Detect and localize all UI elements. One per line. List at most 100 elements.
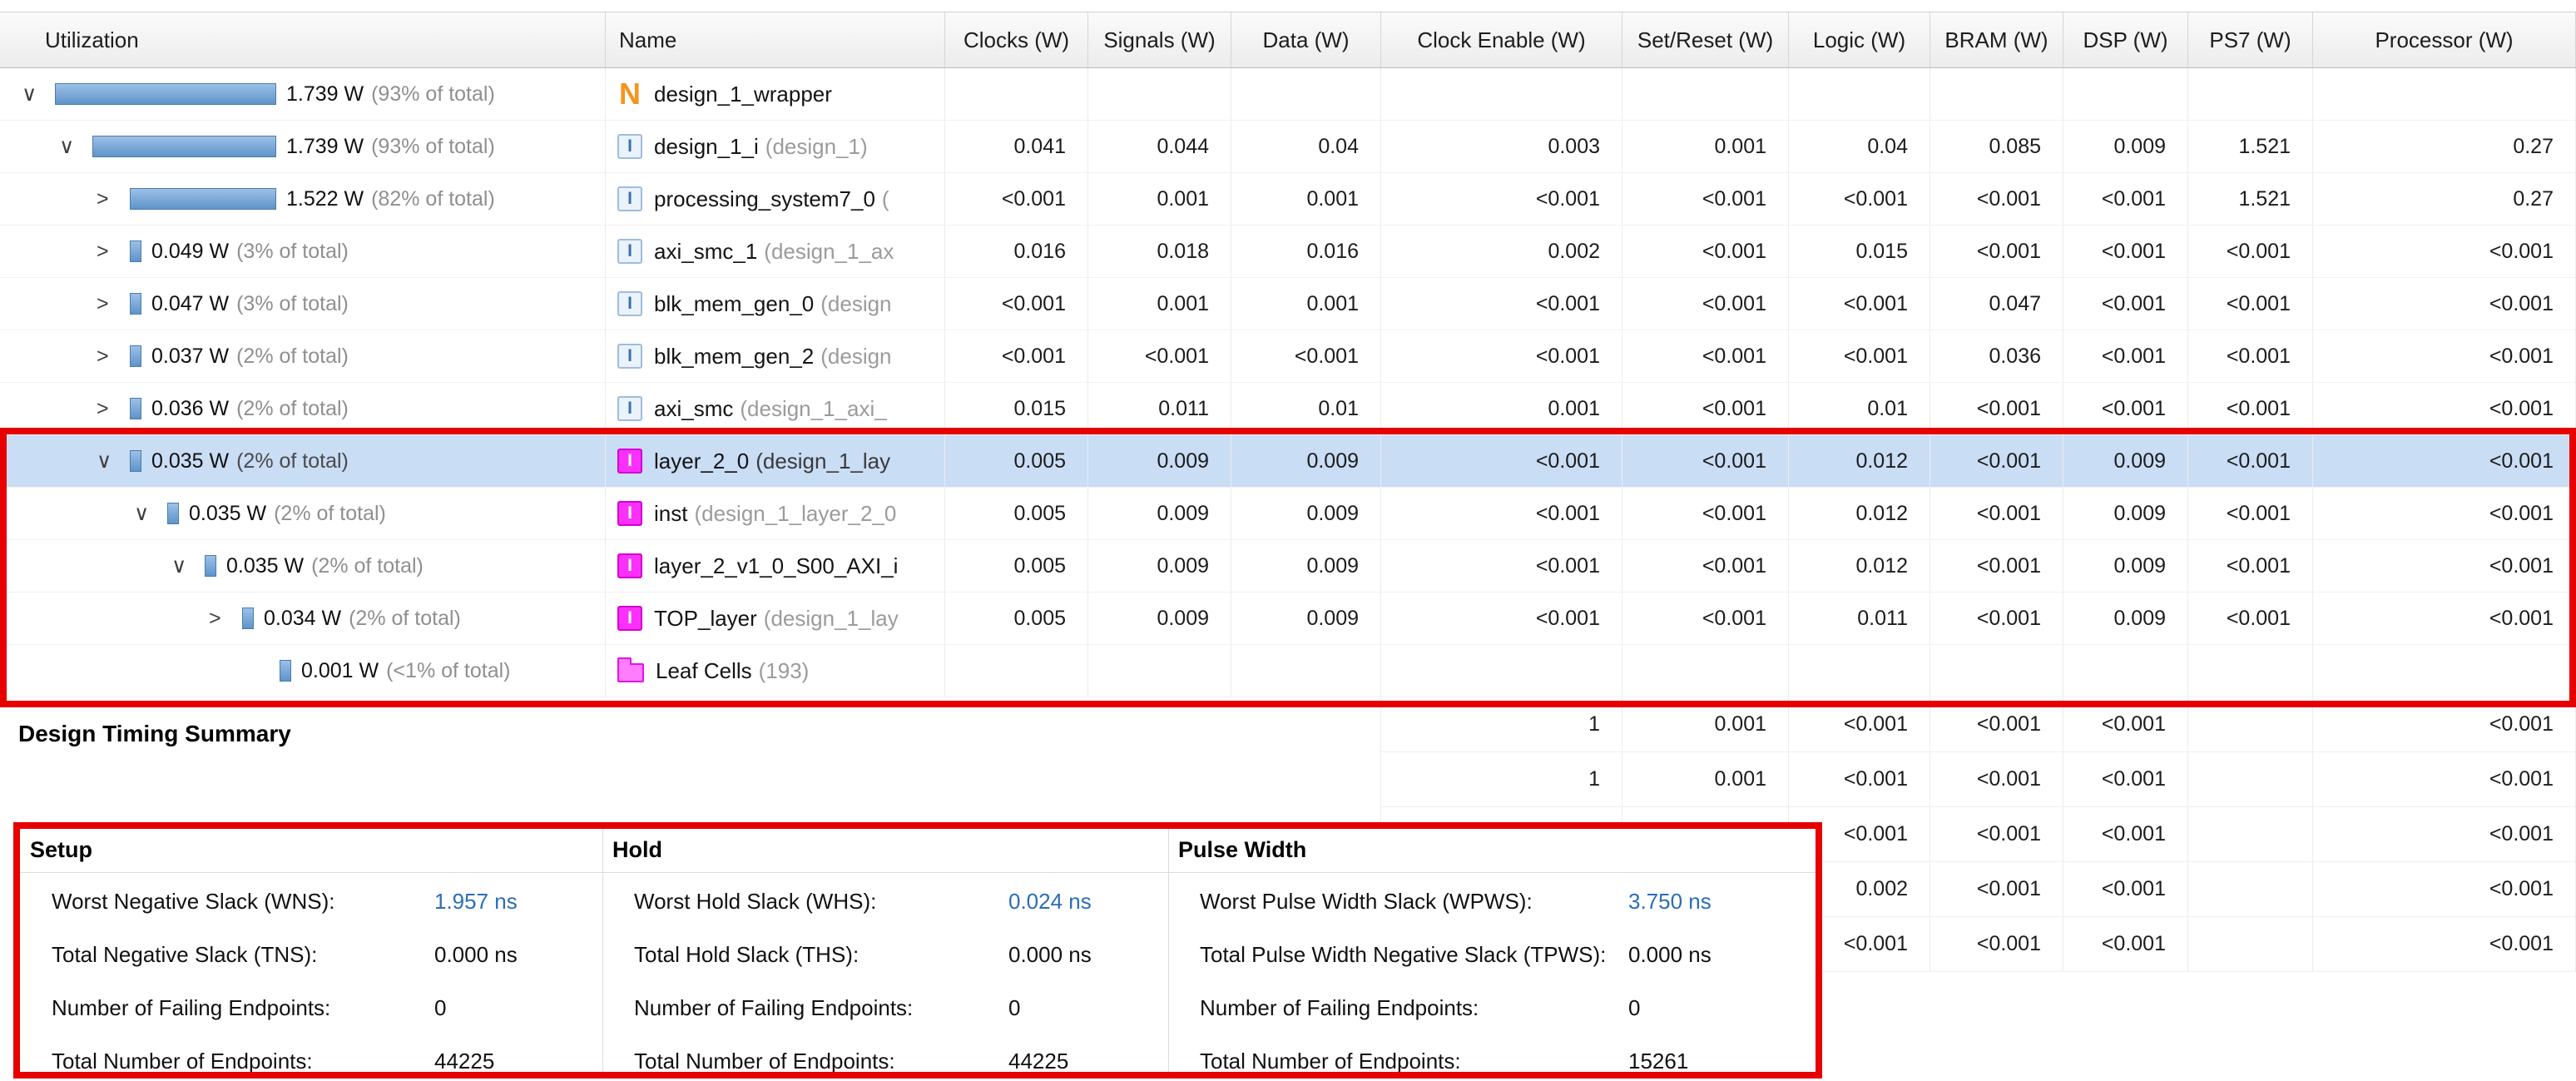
column-header-data[interactable]: Data (W) xyxy=(1231,12,1381,67)
power-value-dsp: 0.009 xyxy=(2063,121,2188,172)
tree-leaf-spacer xyxy=(246,661,280,682)
chevron-right-icon[interactable]: > xyxy=(97,294,130,315)
timing-metric-label: Number of Failing Endpoints: xyxy=(1200,995,1620,1021)
power-value-ps7: <0.001 xyxy=(2188,226,2313,277)
column-header-util[interactable]: Utilization xyxy=(0,12,606,67)
timing-metric-row: Number of Failing Endpoints:0 xyxy=(1200,994,1640,1022)
power-value-proc: <0.001 xyxy=(2313,330,2576,382)
column-header-ps7[interactable]: PS7 (W) xyxy=(2188,12,2313,67)
power-value-dsp: <0.001 xyxy=(2063,752,2188,807)
table-row[interactable]: >0.034 W(2% of total)ITOP_layer(design_1… xyxy=(0,593,2576,645)
power-value-proc xyxy=(2313,645,2576,697)
chevron-right-icon[interactable]: > xyxy=(97,241,130,262)
name-cell: Iinst(design_1_layer_2_0 xyxy=(606,488,945,539)
column-header-name[interactable]: Name xyxy=(606,12,945,67)
chevron-right-icon[interactable]: > xyxy=(209,608,242,629)
table-row[interactable]: ∨0.035 W(2% of total)Iinst(design_1_laye… xyxy=(0,488,2576,540)
utilization-percent: (93% of total) xyxy=(371,82,495,107)
chevron-down-icon[interactable]: ∨ xyxy=(134,503,167,524)
column-header-bram[interactable]: BRAM (W) xyxy=(1930,12,2063,67)
table-row[interactable]: ∨0.035 W(2% of total)Ilayer_2_v1_0_S00_A… xyxy=(0,540,2576,593)
column-header-sr[interactable]: Set/Reset (W) xyxy=(1622,12,1789,67)
column-header-ce[interactable]: Clock Enable (W) xyxy=(1381,12,1622,67)
power-value-data xyxy=(1231,645,1381,697)
instance-module-ref: (design_1_axi_ xyxy=(740,396,886,422)
utilization-cell: >0.037 W(2% of total) xyxy=(0,330,606,382)
timing-metric-value[interactable]: 3.750 ns xyxy=(1628,889,1712,915)
timing-metric-value[interactable]: 1.957 ns xyxy=(434,889,518,915)
chevron-right-icon[interactable]: > xyxy=(97,189,130,210)
column-header-clocks[interactable]: Clocks (W) xyxy=(945,12,1088,67)
timing-metric-row: Number of Failing Endpoints:0 xyxy=(634,994,1020,1022)
power-value-ps7: 1.521 xyxy=(2188,121,2313,172)
power-value-clocks: <0.001 xyxy=(945,278,1088,330)
power-value-sr xyxy=(1622,68,1789,120)
timing-metric-value: 0.000 ns xyxy=(434,942,518,968)
chevron-right-icon[interactable]: > xyxy=(97,346,130,367)
timing-metric-value[interactable]: 0.024 ns xyxy=(1008,889,1092,915)
instance-name: design_1_i xyxy=(654,134,759,160)
name-cell: Idesign_1_i(design_1) xyxy=(606,121,945,172)
power-value-bram: <0.001 xyxy=(1930,917,2063,972)
utilization-percent: (93% of total) xyxy=(371,135,495,159)
table-row[interactable]: 0.001 W(<1% of total)Leaf Cells(193) xyxy=(0,645,2576,697)
power-value-dsp xyxy=(2063,68,2188,120)
power-value-proc: <0.001 xyxy=(2313,278,2576,330)
name-cell: Ilayer_2_v1_0_S00_AXI_i xyxy=(606,540,945,592)
power-value-logic: <0.001 xyxy=(1789,330,1930,382)
utilization-value: 1.739 W xyxy=(286,82,364,107)
power-value-clocks: 0.005 xyxy=(945,435,1088,487)
power-value-bram: 0.036 xyxy=(1930,330,2063,382)
table-row[interactable]: ∨0.035 W(2% of total)Ilayer_2_0(design_1… xyxy=(0,435,2576,488)
power-value-ce: 1 xyxy=(1381,697,1622,752)
power-value-proc: <0.001 xyxy=(2313,593,2576,644)
power-value-proc: <0.001 xyxy=(2313,383,2576,434)
table-row[interactable]: ∨1.739 W(93% of total)Ndesign_1_wrapper xyxy=(0,68,2576,121)
column-header-signals[interactable]: Signals (W) xyxy=(1088,12,1231,67)
timing-metric-row: Total Pulse Width Negative Slack (TPWS):… xyxy=(1200,940,1712,969)
power-value-clocks: 0.005 xyxy=(945,488,1088,539)
table-row[interactable]: ∨1.739 W(93% of total)Idesign_1_i(design… xyxy=(0,121,2576,173)
power-value-bram: <0.001 xyxy=(1930,540,2063,592)
power-value-bram xyxy=(1930,68,2063,120)
timing-panel-content: SetupWorst Negative Slack (WNS):1.957 ns… xyxy=(20,829,1816,1072)
chevron-down-icon[interactable]: ∨ xyxy=(97,451,130,472)
chevron-down-icon[interactable]: ∨ xyxy=(171,556,205,577)
timing-header-divider xyxy=(20,872,1816,873)
table-row[interactable]: >0.047 W(3% of total)Iblk_mem_gen_0(desi… xyxy=(0,278,2576,330)
power-value-ps7: <0.001 xyxy=(2188,488,2313,539)
instance-name: axi_smc xyxy=(654,396,733,422)
power-value-ce xyxy=(1381,68,1622,120)
power-value-signals xyxy=(1088,68,1231,120)
power-value-data: 0.001 xyxy=(1231,173,1381,225)
power-value-ce: <0.001 xyxy=(1381,435,1622,487)
utilization-bar xyxy=(205,555,216,577)
column-header-dsp[interactable]: DSP (W) xyxy=(2063,12,2188,67)
power-value-logic: <0.001 xyxy=(1789,173,1930,225)
power-value-signals: 0.001 xyxy=(1088,173,1231,225)
power-value-proc: <0.001 xyxy=(2313,488,2576,539)
instance-module-ref: ( xyxy=(882,186,889,212)
table-row[interactable]: >1.522 W(82% of total)Iprocessing_system… xyxy=(0,173,2576,226)
table-row[interactable]: >0.036 W(2% of total)Iaxi_smc(design_1_a… xyxy=(0,383,2576,435)
power-value-proc xyxy=(2313,68,2576,120)
table-row[interactable]: >0.037 W(2% of total)Iblk_mem_gen_2(desi… xyxy=(0,330,2576,383)
timing-metric-row: Worst Negative Slack (WNS):1.957 ns xyxy=(52,887,518,915)
power-value-data: <0.001 xyxy=(1231,330,1381,382)
timing-metric-label: Total Number of Endpoints: xyxy=(634,1049,1000,1073)
column-header-proc[interactable]: Processor (W) xyxy=(2313,12,2576,67)
instance-icon: I xyxy=(617,291,642,316)
timing-metric-row: Number of Failing Endpoints:0 xyxy=(52,994,446,1022)
power-value-ps7 xyxy=(2188,68,2313,120)
chevron-down-icon[interactable]: ∨ xyxy=(22,84,55,105)
instance-module-ref: (design_1) xyxy=(765,134,868,160)
table-row[interactable]: >0.049 W(3% of total)Iaxi_smc_1(design_1… xyxy=(0,226,2576,278)
column-header-logic[interactable]: Logic (W) xyxy=(1789,12,1930,67)
power-value-ce xyxy=(1381,645,1622,697)
chevron-down-icon[interactable]: ∨ xyxy=(59,136,92,157)
power-value-sr: <0.001 xyxy=(1622,540,1789,592)
empty-cell xyxy=(0,752,1381,807)
timing-metric-value: 0.000 ns xyxy=(1008,942,1092,968)
chevron-right-icon[interactable]: > xyxy=(97,399,130,419)
instance-name: processing_system7_0 xyxy=(654,186,875,212)
